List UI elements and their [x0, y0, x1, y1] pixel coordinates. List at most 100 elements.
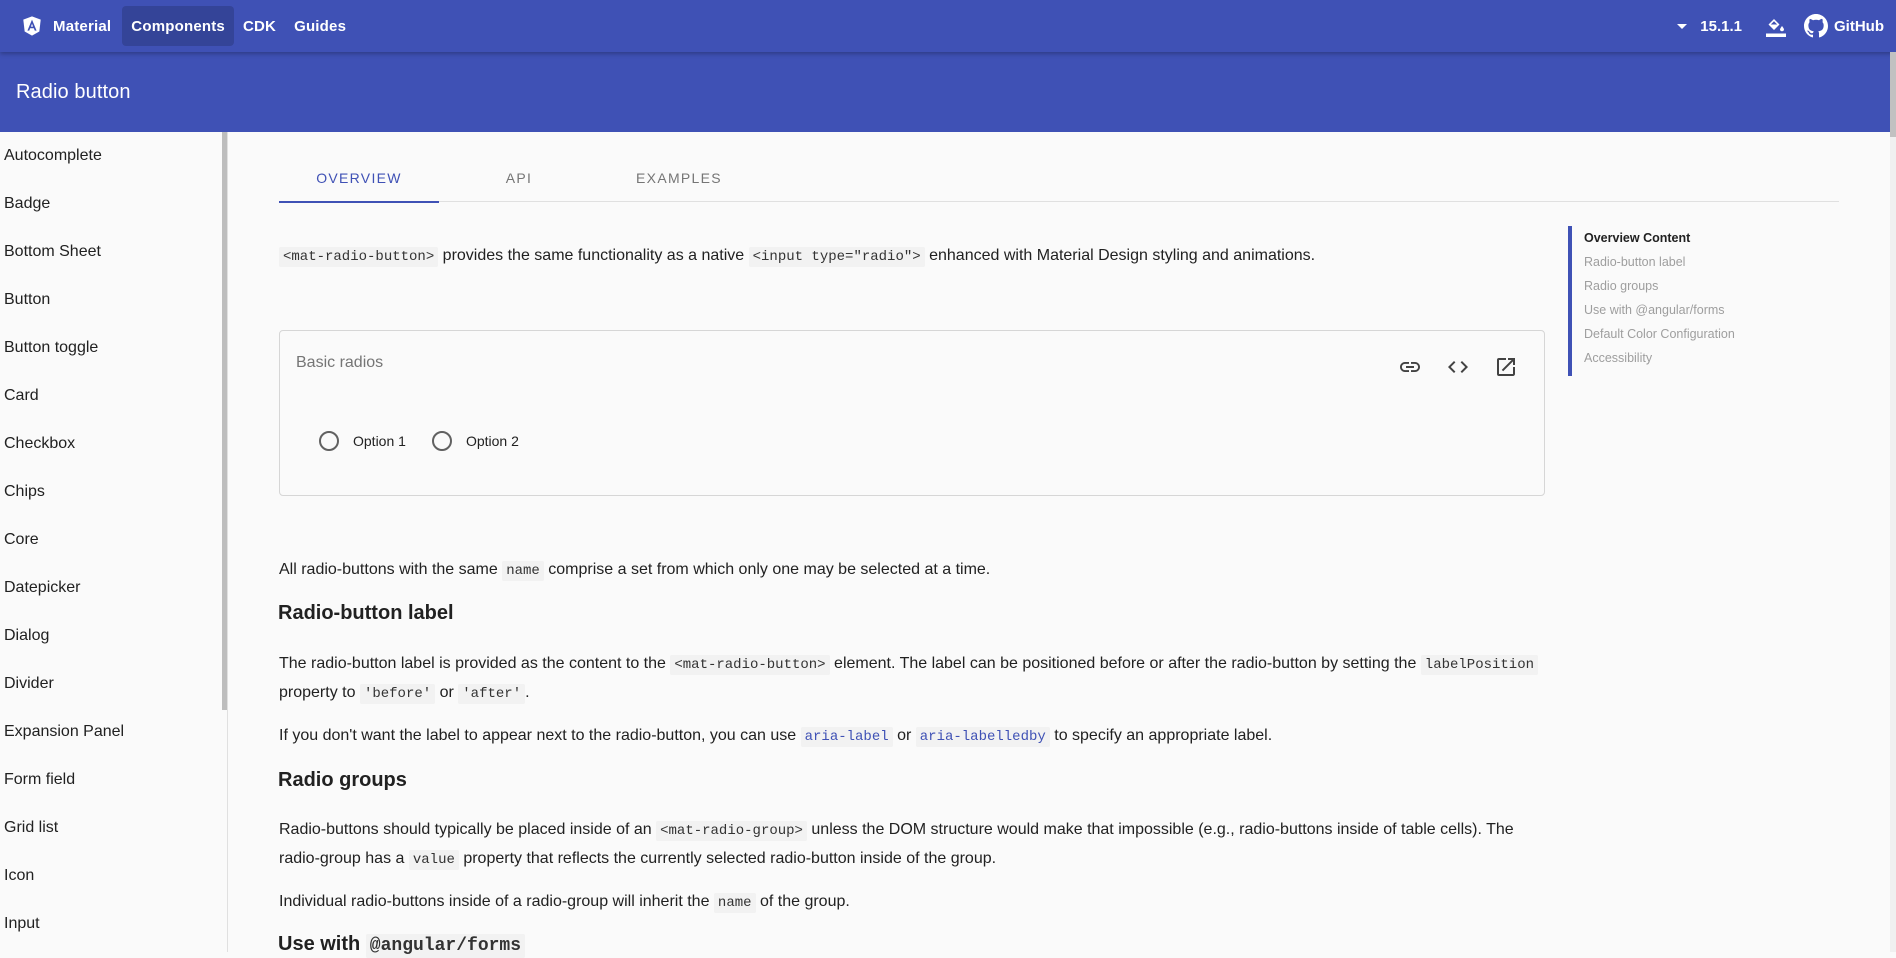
home-link[interactable]: Material [12, 6, 120, 46]
inline-code: labelPosition [1420, 655, 1539, 675]
nav-guides[interactable]: Guides [285, 6, 355, 46]
sidebar-item-button-toggle[interactable]: Button toggle [0, 324, 227, 372]
radio-group: Option 1 Option 2 [319, 431, 545, 451]
radio-label: Option 2 [465, 433, 519, 449]
sidebar-item-autocomplete[interactable]: Autocomplete [0, 132, 227, 180]
inline-code: <mat-radio-group> [656, 821, 807, 841]
sidebar-item-icon[interactable]: Icon [0, 852, 227, 900]
text: or [435, 684, 459, 701]
github-link[interactable]: GitHub [1800, 6, 1896, 46]
radio-option-2[interactable]: Option 2 [431, 431, 519, 451]
heading-radio-button-label: Radio-button label [278, 602, 454, 624]
text: If you don't want the label to appear ne… [279, 727, 801, 744]
angular-logo-icon [23, 16, 41, 36]
sidebar-item-form-field[interactable]: Form field [0, 756, 227, 804]
sidebar-item-dialog[interactable]: Dialog [0, 612, 227, 660]
link-icon [1400, 362, 1420, 372]
nav-components[interactable]: Components [122, 6, 234, 46]
view-code-button[interactable] [1440, 349, 1476, 385]
inline-code: 'before' [359, 684, 436, 704]
text: property to [279, 684, 360, 701]
text: comprise a set from which only one may b… [543, 561, 991, 578]
text: property that reflects the currently sel… [458, 850, 997, 867]
text: Individual radio-buttons inside of a rad… [279, 893, 714, 910]
code-icon [1448, 361, 1468, 373]
radio-option-1[interactable]: Option 1 [319, 431, 406, 451]
sidebar-item-grid-list[interactable]: Grid list [0, 804, 227, 852]
sidebar: Autocomplete Badge Bottom Sheet Button B… [0, 132, 228, 952]
toc-item-overview-content[interactable]: Overview Content [1584, 226, 1735, 250]
page-scrollbar[interactable] [1890, 52, 1896, 952]
groups-paragraph-1: Radio-buttons should typically be placed… [279, 816, 1544, 874]
example-title: Basic radios [296, 354, 384, 371]
text: Radio-buttons should typically be placed… [279, 821, 657, 838]
page-scrollbar-thumb[interactable] [1890, 52, 1896, 137]
inline-code: 'after' [458, 684, 526, 704]
open-stackblitz-button[interactable] [1488, 349, 1524, 385]
tab-overview[interactable]: OVERVIEW [279, 154, 439, 203]
toc-item-use-with-forms[interactable]: Use with @angular/forms [1584, 298, 1735, 322]
sidebar-item-button[interactable]: Button [0, 276, 227, 324]
text: or [892, 727, 916, 744]
page-header: Radio button [0, 52, 1896, 132]
copy-link-button[interactable] [1392, 349, 1428, 385]
table-of-contents: Overview Content Radio-button label Radi… [1568, 226, 1735, 376]
page-title: Radio button [16, 80, 131, 103]
inline-code: <input type="radio"> [748, 247, 925, 267]
inline-code: <mat-radio-button> [670, 655, 830, 675]
label-paragraph-1: The radio-button label is provided as th… [279, 650, 1544, 708]
text: enhanced with Material Design styling an… [924, 247, 1316, 264]
version-label: 15.1.1 [1700, 17, 1742, 35]
text: The radio-button label is provided as th… [279, 655, 671, 672]
radio-label: Option 1 [353, 433, 406, 449]
github-icon [1804, 14, 1828, 38]
toc-item-radio-button-label[interactable]: Radio-button label [1584, 250, 1735, 274]
sidebar-item-datepicker[interactable]: Datepicker [0, 564, 227, 612]
text: All radio-buttons with the same [279, 561, 503, 578]
text: element. The label can be positioned bef… [829, 655, 1421, 672]
theme-picker-button[interactable] [1756, 6, 1796, 46]
tab-examples[interactable]: EXAMPLES [599, 154, 759, 202]
radio-circle [431, 431, 452, 451]
github-label: GitHub [1834, 17, 1884, 35]
open-in-new-icon [1497, 358, 1515, 376]
text: of the group. [755, 893, 850, 910]
example-actions [1380, 349, 1524, 385]
intro-paragraph: <mat-radio-button> provides the same fun… [279, 242, 1544, 271]
label-paragraph-2: If you don't want the label to appear ne… [279, 722, 1544, 751]
chevron-down-icon [1677, 23, 1688, 29]
sidebar-item-divider[interactable]: Divider [0, 660, 227, 708]
inline-code: value [408, 850, 459, 870]
sidebar-item-core[interactable]: Core [0, 516, 227, 564]
version-picker[interactable]: 15.1.1 [1669, 6, 1756, 46]
toc-item-default-color-configuration[interactable]: Default Color Configuration [1584, 322, 1735, 346]
sidebar-item-expansion-panel[interactable]: Expansion Panel [0, 708, 227, 756]
brand-label: Material [53, 17, 112, 35]
tab-api[interactable]: API [439, 154, 599, 202]
tab-bar: OVERVIEW API EXAMPLES [279, 154, 1839, 203]
inline-code: name [502, 561, 544, 581]
sidebar-scrollbar[interactable] [222, 132, 227, 710]
inline-code-link[interactable]: aria-labelledby [915, 727, 1050, 747]
text: . [525, 684, 530, 701]
nav-cdk[interactable]: CDK [234, 6, 285, 46]
radio-circle [319, 431, 339, 451]
example-viewer: Basic radios Option 1 Option 2 [279, 330, 1545, 496]
sidebar-item-card[interactable]: Card [0, 372, 227, 420]
heading-use-with-forms: Use with @angular/forms [278, 933, 526, 958]
toc-item-radio-groups[interactable]: Radio groups [1584, 274, 1735, 298]
heading-radio-groups: Radio groups [278, 769, 407, 791]
sidebar-item-checkbox[interactable]: Checkbox [0, 420, 227, 468]
groups-paragraph-2: Individual radio-buttons inside of a rad… [279, 888, 1544, 917]
sidebar-item-input[interactable]: Input [0, 900, 227, 948]
inline-code: @angular/forms [365, 934, 526, 958]
format-color-fill-icon [1766, 17, 1786, 37]
sidebar-item-badge[interactable]: Badge [0, 180, 227, 228]
inline-code-link[interactable]: aria-label [800, 727, 893, 747]
sidebar-item-bottom-sheet[interactable]: Bottom Sheet [0, 228, 227, 276]
sidebar-item-chips[interactable]: Chips [0, 468, 227, 516]
text: provides the same functionality as a nat… [438, 247, 749, 264]
inline-code: name [713, 893, 756, 913]
toc-item-accessibility[interactable]: Accessibility [1584, 346, 1735, 370]
top-toolbar: Material Components CDK Guides 15.1.1 Gi… [0, 0, 1896, 52]
